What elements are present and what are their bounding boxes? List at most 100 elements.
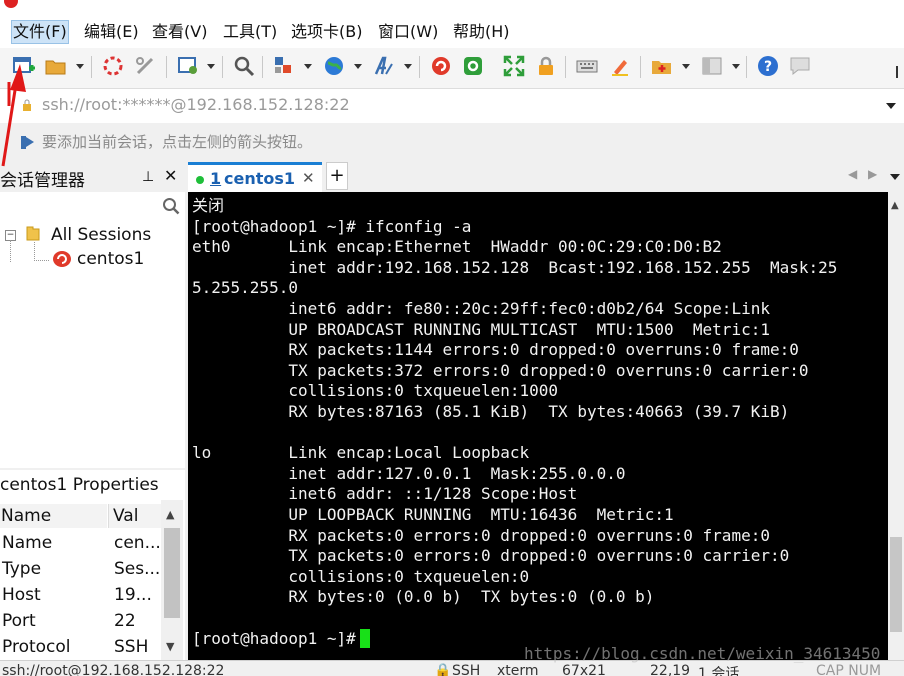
menu-tabs[interactable]: 选项卡(B) (290, 21, 363, 43)
address-dropdown-icon[interactable] (886, 103, 896, 109)
scroll-up-icon[interactable]: ▲ (166, 508, 174, 521)
toolbar-separator (91, 56, 92, 78)
properties-header-value[interactable]: Val (108, 504, 165, 528)
session-tree: − All Sessions centos1 (0, 192, 185, 468)
terminal-line: eth0 Link encap:Ethernet HWaddr 00:0C:29… (192, 237, 742, 257)
toolbar-separator (419, 56, 420, 78)
menu-edit[interactable]: 编辑(E) (83, 21, 140, 43)
property-name: Port (2, 611, 36, 631)
xshell-icon[interactable] (429, 54, 453, 78)
terminal-line: RX bytes:0 (0.0 b) TX bytes:0 (0.0 b) (192, 587, 655, 607)
pin-icon[interactable]: ⊥ (142, 169, 154, 185)
properties-dropdown-icon[interactable] (207, 64, 215, 69)
terminal-line: inet addr:127.0.0.1 Mask:255.0.0.0 (192, 463, 626, 483)
layout-icon[interactable] (700, 54, 724, 78)
search-icon[interactable] (162, 197, 180, 215)
terminal[interactable]: 关闭 [root@hadoop1 ~]# ifconfig -a eth0 Li… (188, 192, 888, 660)
scroll-down-icon[interactable]: ▼ (166, 640, 174, 653)
folder-icon (26, 226, 40, 241)
terminal-line: 关闭 (192, 196, 225, 215)
terminal-line: lo Link encap:Local Loopback (192, 443, 549, 463)
property-value: 22 (114, 611, 136, 631)
lock-icon[interactable] (534, 54, 558, 78)
chat-icon[interactable] (788, 54, 812, 78)
globe-dropdown-icon[interactable] (354, 64, 362, 69)
toolbar-separator (746, 56, 747, 78)
terminal-line: inet6 addr: fe80::20c:29ff:fec0:d0b2/64 … (192, 298, 770, 318)
fullscreen-icon[interactable] (502, 54, 526, 78)
tree-item-session[interactable]: centos1 (77, 249, 144, 269)
menu-bar: 文件(F) 编辑(E) 查看(V) 工具(T) 选项卡(B) 窗口(W) 帮助(… (0, 14, 904, 48)
font-dropdown-icon[interactable] (404, 64, 412, 69)
terminal-prompt-line[interactable]: [root@hadoop1 ~]# (192, 629, 370, 649)
status-terminal-type: xterm (497, 663, 539, 676)
session-properties-icon[interactable] (176, 54, 200, 78)
globe-icon[interactable] (322, 54, 346, 78)
svg-text:?: ? (764, 59, 772, 75)
toolbar-separator (262, 56, 263, 78)
new-folder-icon[interactable] (650, 54, 674, 78)
status-caps-num: CAP NUM (816, 663, 882, 676)
address-input[interactable]: ssh://root:******@192.168.152.128:22 (42, 95, 350, 114)
tab-scroll-right-icon[interactable]: ▶ (868, 167, 877, 181)
terminal-line: UP BROADCAST RUNNING MULTICAST MTU:1500 … (192, 319, 770, 339)
scroll-thumb[interactable] (164, 528, 180, 618)
toolbar-separator (166, 56, 167, 78)
xftp-icon[interactable] (461, 54, 485, 78)
terminal-line: inet addr:192.168.152.128 Bcast:192.168.… (192, 257, 838, 277)
transfer-icon[interactable] (272, 54, 296, 78)
annotation-arrow-icon (1, 64, 26, 167)
menu-help[interactable]: 帮助(H) (452, 21, 511, 43)
toolbar-separator (565, 56, 566, 78)
scroll-up-icon[interactable]: ▲ (891, 200, 899, 211)
property-name: Protocol (2, 637, 71, 657)
terminal-line: collisions:0 txqueuelen:0 (192, 566, 539, 586)
terminal-line: [root@hadoop1 ~]# ifconfig -a (192, 216, 472, 236)
property-name: Type (2, 559, 42, 579)
disconnect-icon[interactable] (133, 54, 157, 78)
transfer-dropdown-icon[interactable] (304, 64, 312, 69)
highlight-icon[interactable] (608, 54, 632, 78)
layout-dropdown-icon[interactable] (732, 64, 740, 69)
scroll-thumb[interactable] (890, 537, 902, 632)
keyboard-icon[interactable] (575, 54, 599, 78)
tab-scroll-left-icon[interactable]: ◀ (848, 167, 857, 181)
session-manager-close-icon[interactable]: ✕ (164, 166, 177, 185)
terminal-line: TX packets:372 errors:0 dropped:0 overru… (192, 360, 809, 380)
font-icon[interactable] (372, 54, 396, 78)
properties-header: centos1 Properties (0, 470, 185, 500)
tab-bar: 1 centos1 ✕ + ◀ ▶ (188, 160, 904, 192)
new-tab-button[interactable]: + (326, 162, 348, 190)
menu-window[interactable]: 窗口(W) (377, 21, 439, 43)
address-bar: ssh://root:******@192.168.152.128:22 (0, 88, 904, 124)
status-connection: ssh://root@192.168.152.128:22 (2, 663, 225, 676)
tab-list-dropdown-icon[interactable] (890, 174, 900, 180)
find-icon[interactable] (232, 54, 256, 78)
menu-view[interactable]: 查看(V) (151, 21, 208, 43)
tab-close-icon[interactable]: ✕ (302, 169, 315, 187)
help-icon[interactable]: ? (756, 54, 780, 78)
properties-scrollbar[interactable]: ▲ ▼ (161, 500, 183, 660)
connected-status-icon (196, 176, 204, 184)
status-lock-icon: 🔒 (434, 663, 452, 676)
property-value: SSH (114, 637, 149, 657)
toolbar-overflow-icon[interactable] (896, 66, 898, 78)
reconnect-icon[interactable] (101, 54, 125, 78)
properties-title: centos1 Properties (0, 475, 159, 495)
terminal-cursor (359, 629, 370, 648)
properties-header-name[interactable]: Name (0, 504, 107, 528)
terminal-line: RX packets:1144 errors:0 dropped:0 overr… (192, 340, 799, 360)
tab-centos1[interactable]: 1 centos1 ✕ (188, 162, 322, 192)
folder-dropdown-icon[interactable] (682, 64, 690, 69)
terminal-line: RX bytes:87163 (85.1 KiB) TX bytes:40663… (192, 401, 790, 421)
property-name: Host (2, 585, 41, 605)
open-folder-icon[interactable] (44, 54, 68, 78)
terminal-scrollbar[interactable]: ▲ (888, 192, 904, 660)
menu-file[interactable]: 文件(F) (11, 20, 69, 44)
app-logo-icon (4, 0, 18, 8)
menu-tools[interactable]: 工具(T) (222, 21, 278, 43)
tree-item-all-sessions[interactable]: All Sessions (51, 225, 151, 245)
status-protocol: SSH (452, 663, 481, 676)
open-dropdown-icon[interactable] (76, 64, 84, 69)
